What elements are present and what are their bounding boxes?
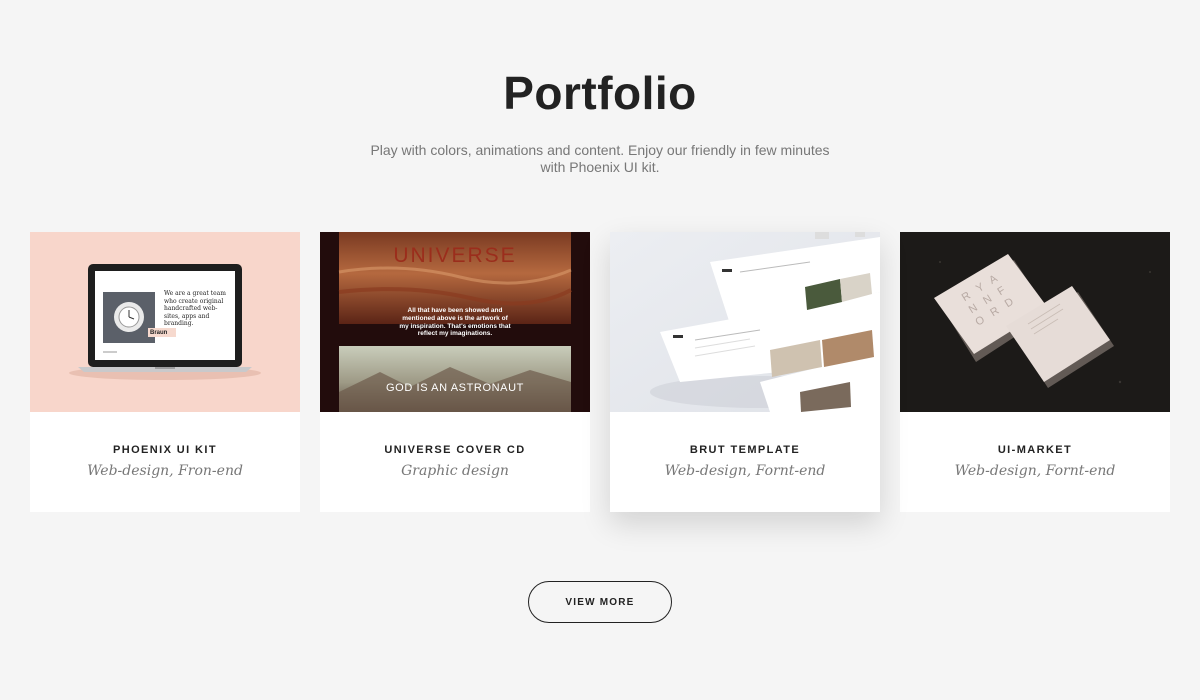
portfolio-card-universe[interactable]: UNIVERSE All that have been showed and m…	[320, 232, 590, 512]
portfolio-thumbnail[interactable]	[610, 232, 880, 412]
business-cards-image: R Y A N N F O R D	[900, 232, 1170, 412]
portfolio-card-phoenix[interactable]: Braun We are a great team who create ori…	[30, 232, 300, 512]
card-title[interactable]: PHOENIX UI KIT	[30, 444, 300, 456]
card-title[interactable]: UNIVERSE COVER CD	[320, 444, 590, 456]
card-category: Web-design, Fron-end	[87, 463, 243, 479]
brut-template-mockup-image	[610, 232, 880, 412]
universe-cover-image: UNIVERSE All that have been showed and m…	[320, 232, 590, 412]
universe-heading: UNIVERSE	[393, 244, 516, 267]
card-title[interactable]: UI-MARKET	[900, 444, 1170, 456]
portfolio-card-ui-market[interactable]: R Y A N N F O R D UI-MARKET Web-design, …	[900, 232, 1170, 512]
universe-quote-line: my inspiration. That's emotions that	[399, 323, 511, 330]
universe-quote-line: mentioned above is the artwork of	[402, 315, 508, 322]
card-category: Graphic design	[401, 463, 509, 479]
page-subtitle: Play with colors, animations and content…	[370, 142, 830, 175]
page-title: Portfolio	[503, 67, 697, 119]
card-category: Web-design, Fornt-end	[954, 463, 1116, 479]
view-more-button[interactable]: VIEW MORE	[528, 581, 672, 623]
card-category: Web-design, Fornt-end	[664, 463, 826, 479]
portfolio-thumbnail[interactable]: UNIVERSE All that have been showed and m…	[320, 232, 590, 412]
portfolio-thumbnail[interactable]: R Y A N N F O R D	[900, 232, 1170, 412]
portfolio-grid: Braun We are a great team who create ori…	[30, 232, 1170, 512]
universe-quote-line: All that have been showed and	[408, 307, 503, 314]
laptop-screen-text: We are a great team who create original …	[164, 290, 226, 327]
universe-quote-line: reflect my imaginations.	[418, 330, 493, 337]
laptop-mockup-image: Braun We are a great team who create ori…	[30, 232, 300, 412]
portfolio-card-brut[interactable]: BRUT TEMPLATE Web-design, Fornt-end	[610, 232, 880, 512]
portfolio-thumbnail[interactable]: Braun We are a great team who create ori…	[30, 232, 300, 412]
universe-caption: GOD IS AN ASTRONAUT	[386, 382, 524, 394]
laptop-brand-label: Braun	[150, 330, 168, 336]
card-title[interactable]: BRUT TEMPLATE	[610, 444, 880, 456]
